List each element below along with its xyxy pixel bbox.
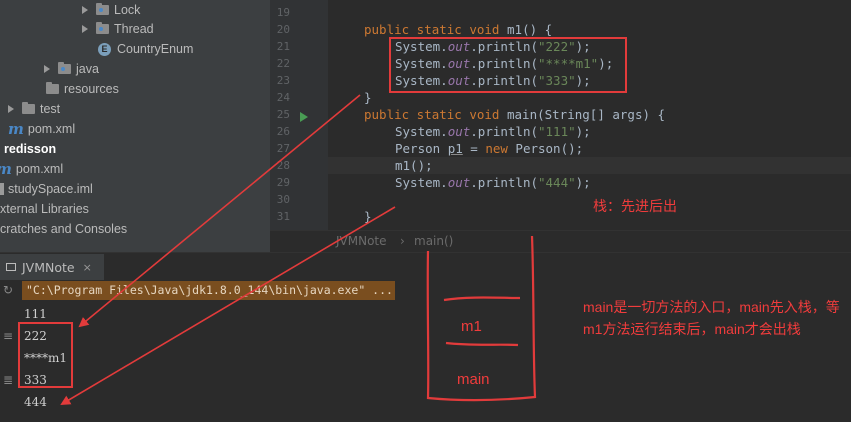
tree-item-external-libraries[interactable]: xternal Libraries <box>0 199 89 219</box>
scroll-icon[interactable]: ≣ <box>3 373 13 387</box>
line-number: 20 <box>276 23 290 36</box>
tree-item-resources[interactable]: resources <box>46 79 119 99</box>
tree-item-scratches[interactable]: cratches and Consoles <box>0 219 127 239</box>
run-gutter-icon[interactable] <box>300 112 308 122</box>
rerun-icon[interactable]: ↻ <box>3 283 13 297</box>
package-folder-icon <box>96 22 109 34</box>
code-line-28: m1(); <box>328 157 851 174</box>
stack-explanation: main是一切方法的入口，main先入栈，等m1方法运行结束后，main才会出栈 <box>583 299 840 337</box>
file-icon <box>0 183 4 195</box>
tree-item-countryenum[interactable]: E CountryEnum <box>98 39 193 59</box>
console-icon <box>6 263 16 271</box>
line-number: 19 <box>276 6 290 19</box>
breadcrumb-separator: › <box>400 234 405 248</box>
line-number: 31 <box>276 210 290 223</box>
line-number: 23 <box>276 74 290 87</box>
tree-item-test[interactable]: test <box>8 99 60 119</box>
tree-item-redisson[interactable]: redisson <box>4 139 56 159</box>
line-number: 25 <box>276 108 290 121</box>
line-number: 28 <box>276 159 290 172</box>
enum-icon: E <box>98 42 111 56</box>
line-number: 29 <box>276 176 290 189</box>
console-output-line: 111 <box>24 307 47 321</box>
breadcrumb-method[interactable]: main() <box>414 234 453 248</box>
code-line-25: public static void main(String[] args) { <box>364 107 666 122</box>
tree-item-pom[interactable]: m pom.xml <box>8 119 75 139</box>
editor-gutter: 19 20 21 22 23 24 25 26 27 28 29 30 31 <box>270 0 328 230</box>
breadcrumb-class[interactable]: JVMNote <box>336 234 387 248</box>
tree-item-java[interactable]: java <box>44 59 99 79</box>
folder-icon <box>22 102 35 114</box>
code-line-20: public static void m1() { <box>364 22 553 37</box>
expand-arrow-icon[interactable] <box>8 105 14 113</box>
line-number: 22 <box>276 57 290 70</box>
stack-frame-m1: m1 <box>461 318 482 335</box>
maven-icon: m <box>0 160 12 178</box>
run-command-line: "C:\Program Files\Java\jdk1.8.0_144\bin\… <box>22 281 395 300</box>
tree-item-lock[interactable]: Lock <box>82 0 140 20</box>
code-line-24: } <box>364 90 372 105</box>
tree-item-pom-root[interactable]: m pom.xml <box>0 159 63 179</box>
maven-icon: m <box>8 120 24 138</box>
code-line-26: System.out.println("111"); <box>395 124 591 139</box>
stack-frame-main: main <box>457 371 490 388</box>
wrap-icon[interactable]: ≡ <box>3 329 13 343</box>
code-line-31: } <box>364 209 372 224</box>
breadcrumb: JVMNote › main() <box>270 230 851 252</box>
run-tab[interactable]: JVMNote × <box>0 254 104 280</box>
code-line-27: Person p1 = new Person(); <box>395 141 584 156</box>
expand-arrow-icon[interactable] <box>44 65 50 73</box>
output-highlight-box <box>18 322 73 388</box>
project-tree: Lock Thread E CountryEnum java resources… <box>0 0 270 252</box>
source-folder-icon <box>58 62 71 74</box>
line-number: 21 <box>276 40 290 53</box>
line-number: 27 <box>276 142 290 155</box>
tree-item-thread[interactable]: Thread <box>82 19 154 39</box>
close-icon[interactable]: × <box>83 261 92 274</box>
package-folder-icon <box>96 3 109 15</box>
run-tab-label: JVMNote <box>22 259 75 275</box>
stack-rule-label: 栈：先进后出 <box>593 198 677 214</box>
code-line-29: System.out.println("444"); <box>395 175 591 190</box>
resources-folder-icon <box>46 82 59 94</box>
expand-arrow-icon[interactable] <box>82 6 88 14</box>
line-number: 24 <box>276 91 290 104</box>
console-output-line: 444 <box>24 395 47 409</box>
tree-item-iml[interactable]: studySpace.iml <box>0 179 93 199</box>
line-number: 26 <box>276 125 290 138</box>
expand-arrow-icon[interactable] <box>82 25 88 33</box>
code-highlight-box <box>389 37 627 93</box>
line-number: 30 <box>276 193 290 206</box>
